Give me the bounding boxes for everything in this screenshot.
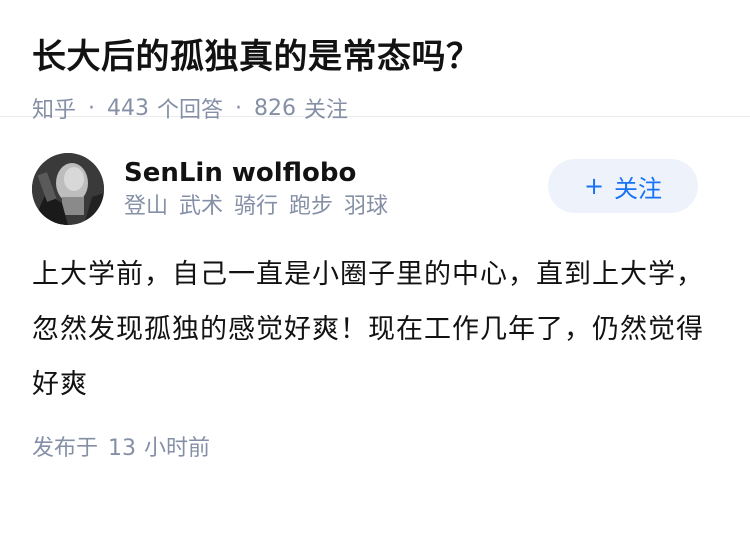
publish-time: 发布于 13 小时前 — [32, 430, 718, 462]
avatar-image — [32, 153, 104, 225]
author-name[interactable]: SenLin wolflobo — [124, 156, 388, 190]
publish-prefix: 发布于 — [32, 436, 99, 461]
answer-content[interactable]: 上大学前，自己一直是小圈子里的中心，直到上大学，忽然发现孤独的感觉好爽！现在工作… — [32, 247, 712, 412]
publish-value: 13 — [108, 436, 137, 461]
author-info: SenLin wolflobo 登山 武术 骑行 跑步 羽球 — [124, 156, 388, 222]
avatar[interactable] — [32, 153, 104, 225]
follow-button[interactable]: + 关注 — [548, 159, 698, 213]
question-header: 长大后的孤独真的是常态吗？ 知乎 · 443 个回答 · 826 关注 — [0, 0, 750, 123]
follow-button-label: 关注 — [614, 174, 663, 203]
answer-card: SenLin wolflobo 登山 武术 骑行 跑步 羽球 + 关注 上大学前… — [0, 117, 750, 462]
question-title[interactable]: 长大后的孤独真的是常态吗？ — [32, 34, 718, 80]
plus-icon: + — [583, 172, 605, 200]
author-bio: 登山 武术 骑行 跑步 羽球 — [124, 194, 388, 219]
publish-suffix: 小时前 — [144, 436, 211, 461]
